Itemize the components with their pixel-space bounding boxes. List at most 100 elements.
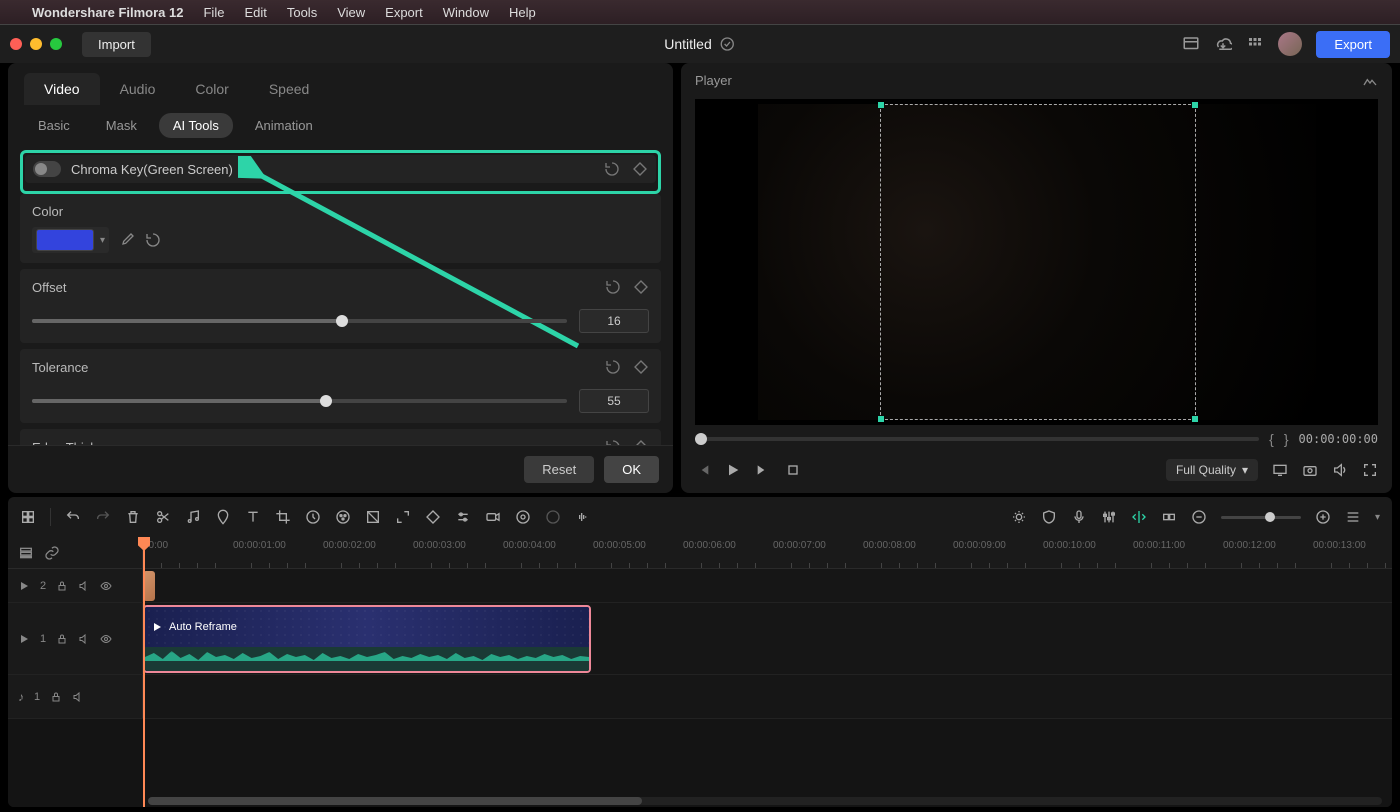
menu-tools[interactable]: Tools	[287, 5, 317, 20]
maximize-window-icon[interactable]	[50, 38, 62, 50]
subtab-ai-tools[interactable]: AI Tools	[159, 113, 233, 138]
apps-grid-icon[interactable]	[1246, 35, 1264, 53]
link-icon[interactable]	[44, 545, 60, 561]
lock-icon[interactable]	[56, 580, 68, 592]
shield-icon[interactable]	[1041, 509, 1057, 525]
adjust-icon[interactable]	[455, 509, 471, 525]
reset-offset-icon[interactable]	[605, 279, 621, 295]
reset-color-icon[interactable]	[145, 232, 161, 248]
layout-icon[interactable]	[1182, 35, 1200, 53]
offset-slider[interactable]	[32, 319, 567, 323]
subtab-basic[interactable]: Basic	[24, 113, 84, 138]
play-icon[interactable]	[725, 462, 741, 478]
app-name[interactable]: Wondershare Filmora 12	[32, 5, 183, 20]
track-manager-icon[interactable]	[18, 545, 34, 561]
subtab-mask[interactable]: Mask	[92, 113, 151, 138]
keyframe-tolerance-icon[interactable]	[633, 359, 649, 375]
quality-select[interactable]: Full Quality▾	[1166, 459, 1258, 481]
eye-icon[interactable]	[100, 580, 112, 592]
tab-speed[interactable]: Speed	[249, 73, 329, 105]
volume-icon[interactable]	[1332, 462, 1348, 478]
snap-icon[interactable]	[1161, 509, 1177, 525]
zoom-slider[interactable]	[1221, 516, 1301, 519]
reset-edge-icon[interactable]	[605, 439, 621, 445]
lock-icon[interactable]	[50, 691, 62, 703]
menu-file[interactable]: File	[203, 5, 224, 20]
zoom-out-icon[interactable]	[1191, 509, 1207, 525]
undo-icon[interactable]	[65, 509, 81, 525]
prev-frame-icon[interactable]	[695, 462, 711, 478]
mute-icon[interactable]	[72, 691, 84, 703]
stop-icon[interactable]	[785, 462, 801, 478]
voiceover-icon[interactable]	[1071, 509, 1087, 525]
offset-input[interactable]	[579, 309, 649, 333]
text-icon[interactable]	[245, 509, 261, 525]
speed-icon[interactable]	[305, 509, 321, 525]
scope-icon[interactable]	[1362, 73, 1378, 89]
mute-icon[interactable]	[78, 580, 90, 592]
music-icon[interactable]	[185, 509, 201, 525]
minimize-window-icon[interactable]	[30, 38, 42, 50]
render-icon[interactable]	[1011, 509, 1027, 525]
crop-icon[interactable]	[275, 509, 291, 525]
menu-export[interactable]: Export	[385, 5, 423, 20]
delete-icon[interactable]	[125, 509, 141, 525]
record-icon[interactable]	[485, 509, 501, 525]
display-icon[interactable]	[1272, 462, 1288, 478]
menu-window[interactable]: Window	[443, 5, 489, 20]
green-screen-icon[interactable]	[365, 509, 381, 525]
reset-button[interactable]: Reset	[524, 456, 594, 483]
user-avatar[interactable]	[1278, 32, 1302, 56]
motion-track-icon[interactable]	[515, 509, 531, 525]
player-scrubber[interactable]	[695, 437, 1259, 441]
marker-icon[interactable]	[215, 509, 231, 525]
menu-edit[interactable]: Edit	[244, 5, 266, 20]
eye-icon[interactable]	[100, 633, 112, 645]
playhead[interactable]	[143, 537, 145, 807]
reset-tolerance-icon[interactable]	[605, 359, 621, 375]
mark-out-icon[interactable]: }	[1284, 431, 1289, 447]
menu-view[interactable]: View	[337, 5, 365, 20]
split-icon[interactable]	[155, 509, 171, 525]
expand-icon[interactable]	[395, 509, 411, 525]
keyframe-tool-icon[interactable]	[425, 509, 441, 525]
tolerance-slider[interactable]	[32, 399, 567, 403]
selection-box[interactable]	[880, 104, 1196, 420]
lock-icon[interactable]	[56, 633, 68, 645]
mixer-icon[interactable]	[1101, 509, 1117, 525]
eyedropper-icon[interactable]	[119, 232, 135, 248]
color-swatch[interactable]	[36, 229, 94, 251]
redo-icon[interactable]	[95, 509, 111, 525]
audio-wave-icon[interactable]	[575, 509, 591, 525]
close-window-icon[interactable]	[10, 38, 22, 50]
export-button[interactable]: Export	[1316, 31, 1390, 58]
reset-icon[interactable]	[604, 161, 620, 177]
menu-help[interactable]: Help	[509, 5, 536, 20]
chevron-down-icon[interactable]: ▾	[1375, 512, 1380, 523]
info-icon[interactable]: i	[243, 162, 257, 176]
timeline-view-icon[interactable]	[1345, 509, 1361, 525]
media-view-icon[interactable]	[20, 509, 36, 525]
keyframe-offset-icon[interactable]	[633, 279, 649, 295]
import-button[interactable]: Import	[82, 32, 151, 57]
tab-video[interactable]: Video	[24, 73, 100, 105]
auto-ripple-icon[interactable]	[1131, 509, 1147, 525]
ok-button[interactable]: OK	[604, 456, 659, 483]
color-tool-icon[interactable]	[335, 509, 351, 525]
cloud-download-icon[interactable]	[1214, 35, 1232, 53]
cloud-sync-icon[interactable]	[720, 36, 736, 52]
snapshot-icon[interactable]	[1302, 462, 1318, 478]
fullscreen-icon[interactable]	[1362, 462, 1378, 478]
tab-audio[interactable]: Audio	[100, 73, 176, 105]
main-clip[interactable]: Auto Reframe	[143, 605, 591, 673]
keyframe-icon[interactable]	[632, 161, 648, 177]
zoom-in-icon[interactable]	[1315, 509, 1331, 525]
time-ruler[interactable]: 00:0000:00:01:0000:00:02:0000:00:03:0000…	[143, 537, 1392, 568]
mute-icon[interactable]	[78, 633, 90, 645]
subtab-animation[interactable]: Animation	[241, 113, 327, 138]
next-frame-icon[interactable]	[755, 462, 771, 478]
tab-color[interactable]: Color	[175, 73, 248, 105]
chroma-key-toggle[interactable]	[33, 161, 61, 177]
player-canvas[interactable]	[695, 99, 1378, 425]
mark-in-icon[interactable]: {	[1269, 431, 1274, 447]
